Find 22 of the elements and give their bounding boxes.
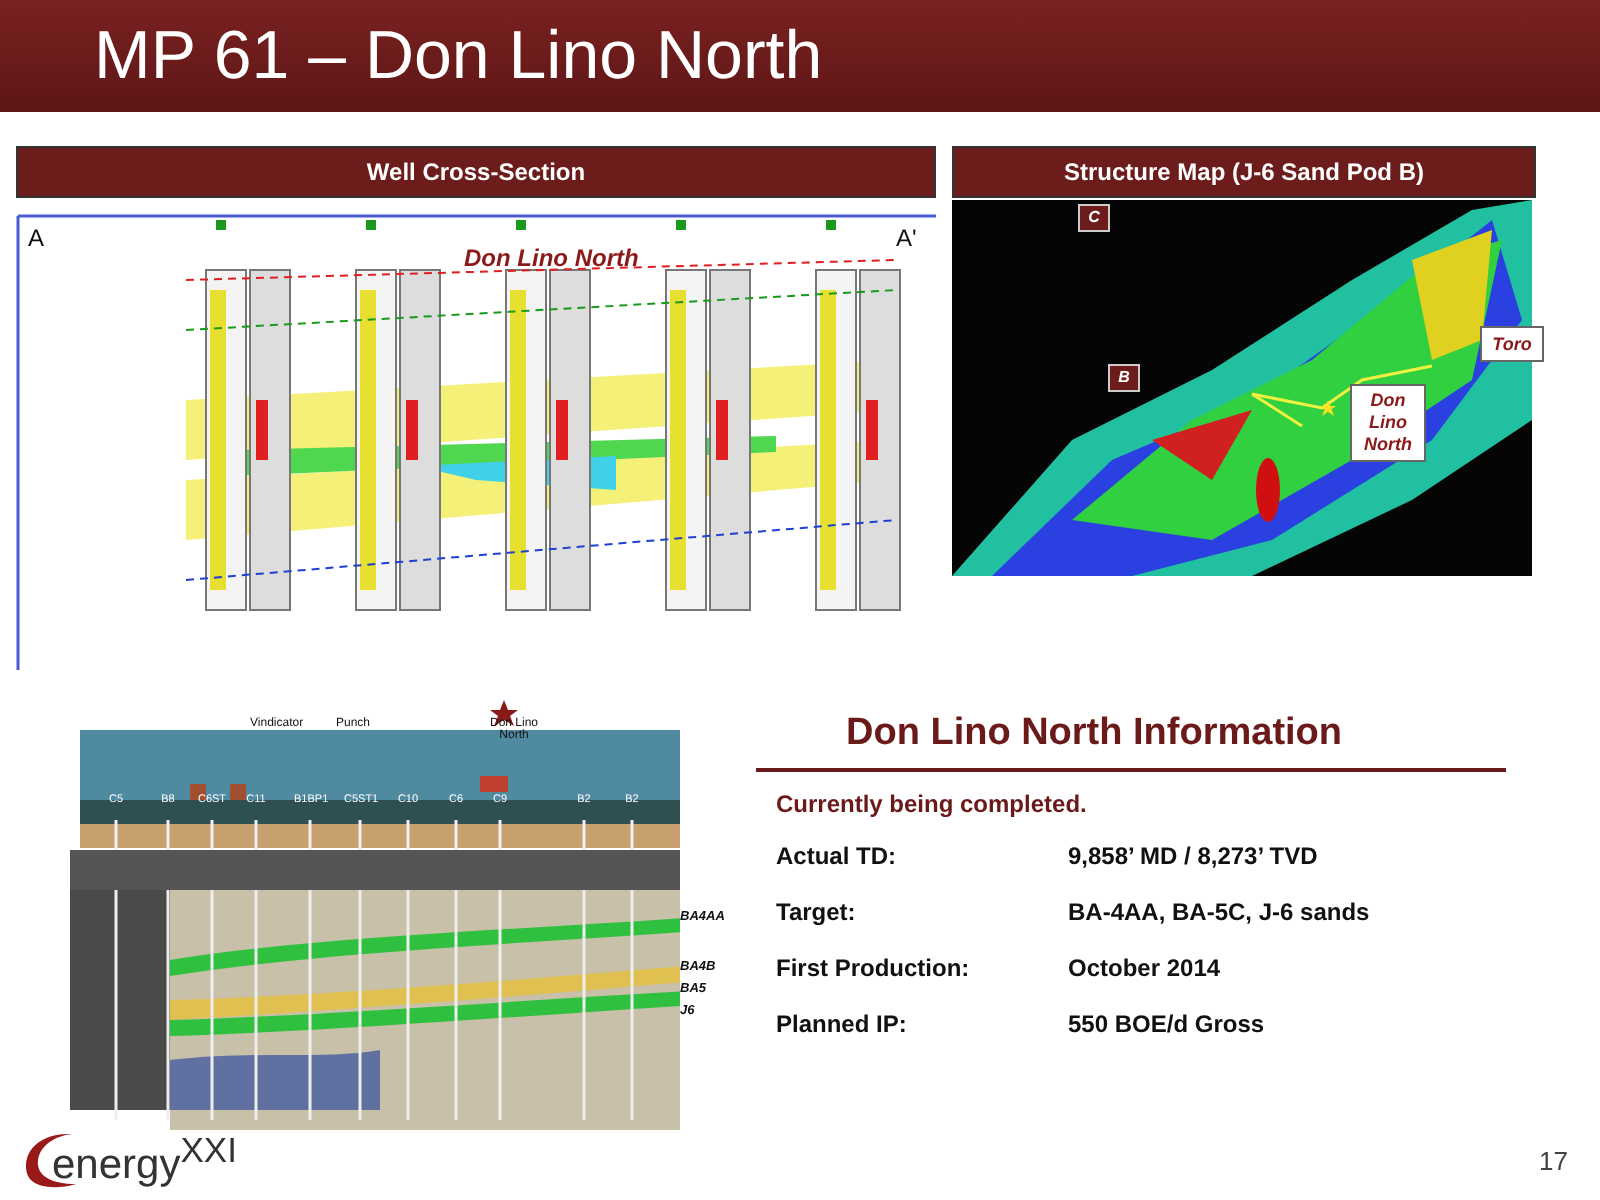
callout-label: Toro (1480, 326, 1544, 362)
area-label: C (1078, 204, 1110, 232)
prospect-label: Don Lino North (464, 244, 639, 272)
info-title: Don Lino North Information (846, 712, 1345, 756)
area-label: B (1108, 364, 1140, 392)
slide-title: MP 61 – Don Lino North (94, 17, 823, 95)
field-value: 9,858’ MD / 8,273’ TVD (1068, 842, 1318, 874)
page-number: 17 (1539, 1145, 1568, 1175)
panel-heading: Structure Map (J-6 Sand Pod B) (952, 146, 1536, 198)
logo-text: energy$^{XXI}$ (52, 1130, 237, 1190)
field-label: Target: (776, 898, 858, 930)
field-label: Planned IP: (776, 1010, 909, 1042)
field-label: Actual TD: (776, 842, 898, 874)
field-value: BA-4AA, BA-5C, J-6 sands (1068, 898, 1370, 930)
callout-label: Don Lino North (1350, 384, 1426, 462)
field-label: First Production: (776, 954, 972, 986)
panel-heading: Well Cross-Section (16, 146, 936, 198)
status-text: Currently being completed. (776, 790, 1089, 818)
section-end-label: A' (896, 224, 917, 252)
field-value: 550 BOE/d Gross (1068, 1010, 1265, 1042)
field-value: October 2014 (1068, 954, 1221, 986)
section-end-label: A (28, 224, 45, 252)
